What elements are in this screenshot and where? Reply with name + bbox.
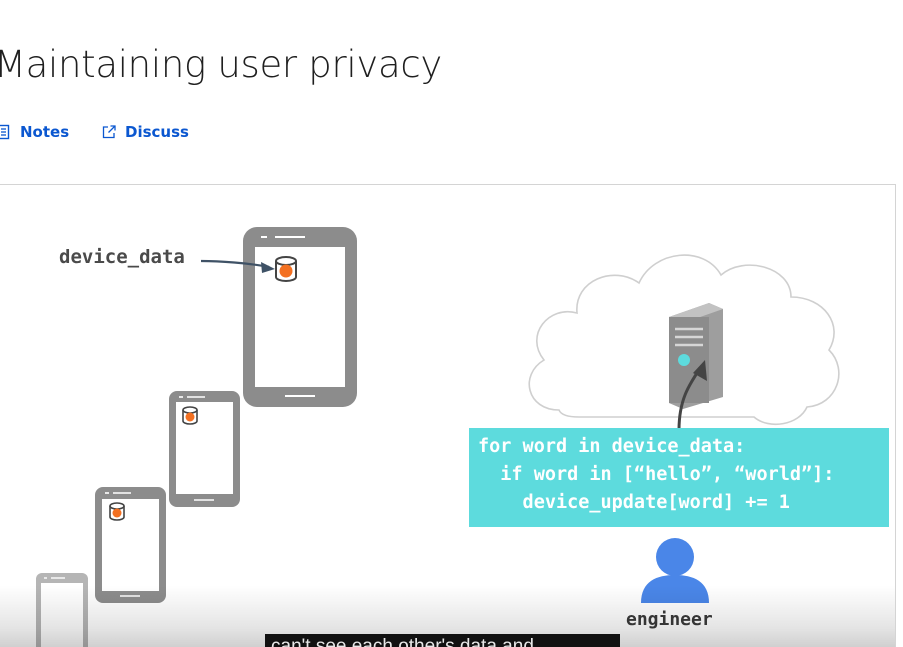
server-icon bbox=[669, 303, 723, 409]
engineer-label: engineer bbox=[626, 609, 713, 630]
tab-discuss[interactable]: Discuss bbox=[101, 121, 189, 143]
device-data-label: device_data bbox=[59, 246, 185, 268]
phone-medium-icon bbox=[169, 391, 240, 507]
engineer-icon bbox=[641, 538, 709, 603]
external-link-icon bbox=[101, 124, 117, 140]
phone-small-icon bbox=[95, 487, 166, 603]
code-line: for word in device_data: bbox=[478, 436, 746, 457]
page-title: Maintaining user privacy bbox=[0, 43, 442, 86]
database-icon bbox=[182, 406, 198, 425]
tab-notes[interactable]: Notes bbox=[0, 121, 69, 143]
database-icon bbox=[275, 256, 297, 282]
video-player[interactable]: device_data for word in device_data: if … bbox=[0, 184, 896, 647]
code-line: if word in [“hello”, “world”]: bbox=[478, 464, 835, 485]
tab-discuss-label: Discuss bbox=[125, 123, 189, 141]
phone-tiny-icon bbox=[36, 573, 88, 647]
phone-large-icon bbox=[243, 227, 357, 407]
notes-icon bbox=[0, 124, 12, 140]
code-line: device_update[word] += 1 bbox=[478, 492, 790, 513]
video-caption: can't see each other's data and bbox=[265, 634, 620, 647]
database-icon bbox=[109, 502, 125, 521]
code-snippet: for word in device_data: if word in [“he… bbox=[469, 428, 889, 527]
tab-notes-label: Notes bbox=[20, 123, 70, 141]
